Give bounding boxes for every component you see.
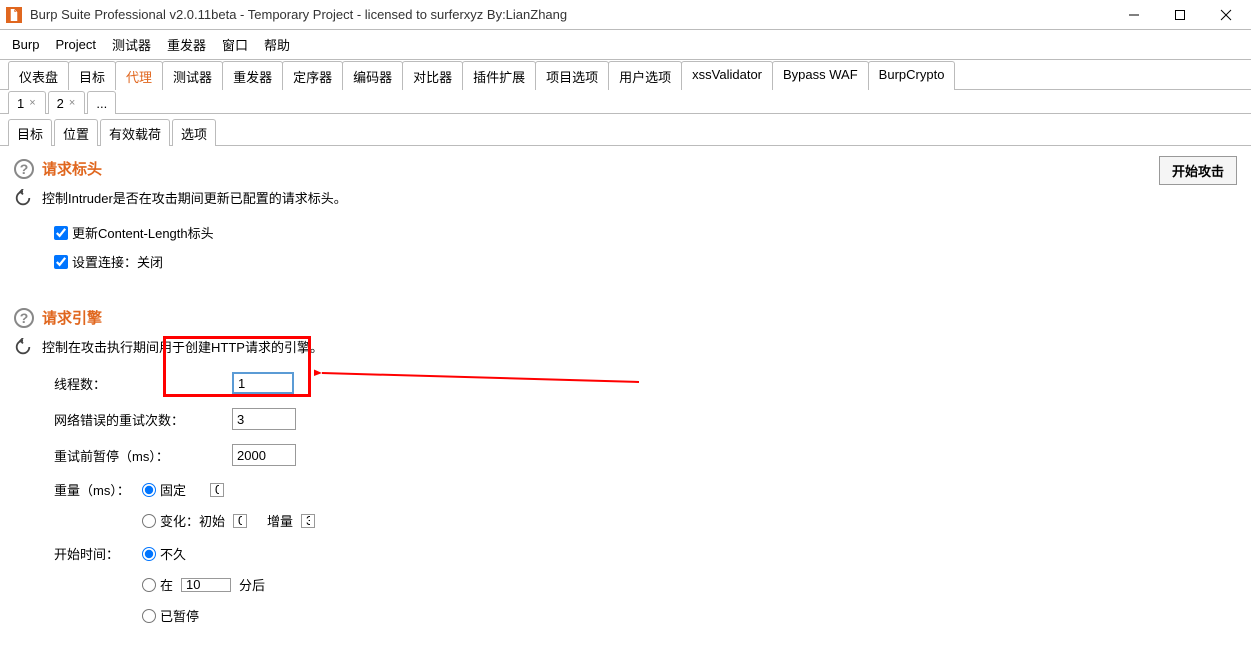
checkbox-update-cl-label: 更新Content-Length标头 xyxy=(72,223,214,242)
start-in-radio[interactable] xyxy=(142,578,156,592)
attack-tabs-row: 1 × 2 × ... xyxy=(0,90,1251,114)
section-title-engine: 请求引擎 xyxy=(42,307,102,328)
tab-proxy[interactable]: 代理 xyxy=(115,61,163,90)
checkbox-update-content-length[interactable]: 更新Content-Length标头 xyxy=(54,223,1237,242)
section-desc-headers: 控制Intruder是否在攻击期间更新已配置的请求标头。 xyxy=(42,188,347,207)
menu-help[interactable]: 帮助 xyxy=(258,33,296,56)
threads-input[interactable] xyxy=(232,372,294,394)
checkbox-update-cl-input[interactable] xyxy=(54,226,68,240)
add-attack-tab[interactable]: ... xyxy=(87,91,116,114)
minimize-button[interactable] xyxy=(1111,0,1157,30)
maximize-button[interactable] xyxy=(1157,0,1203,30)
add-tab-label: ... xyxy=(96,96,107,111)
close-tab-icon[interactable]: × xyxy=(68,98,76,109)
close-tab-icon[interactable]: × xyxy=(28,98,36,109)
subtab-options[interactable]: 选项 xyxy=(172,119,216,146)
throttle-increment-label: 增量 xyxy=(267,511,293,530)
checkbox-set-conn-close-input[interactable] xyxy=(54,255,68,269)
start-in-input[interactable] xyxy=(181,578,231,592)
throttle-fixed-label: 固定 xyxy=(160,480,186,499)
checkbox-set-conn-close[interactable]: 设置连接：关闭 xyxy=(54,252,1237,271)
start-now-radio[interactable] xyxy=(142,547,156,561)
throttle-fixed-radio[interactable] xyxy=(142,483,156,497)
pause-label: 重试前暂停（ms）： xyxy=(54,446,224,465)
throttle-label: 重量（ms）： xyxy=(54,480,134,499)
tab-target[interactable]: 目标 xyxy=(68,61,116,90)
tab-sequencer[interactable]: 定序器 xyxy=(282,61,343,90)
app-icon xyxy=(6,7,22,23)
tab-comparer[interactable]: 对比器 xyxy=(402,61,463,90)
refresh-icon[interactable] xyxy=(14,338,34,358)
tab-dashboard[interactable]: 仪表盘 xyxy=(8,61,69,90)
subtab-target[interactable]: 目标 xyxy=(8,119,52,146)
start-paused-radio[interactable] xyxy=(142,609,156,623)
subtab-positions[interactable]: 位置 xyxy=(54,119,98,146)
attack-tab-2[interactable]: 2 × xyxy=(48,91,86,114)
close-button[interactable] xyxy=(1203,0,1249,30)
attack-tab-1[interactable]: 1 × xyxy=(8,91,46,114)
tab-intruder[interactable]: 测试器 xyxy=(162,61,223,90)
tab-bypasswaf[interactable]: Bypass WAF xyxy=(772,61,869,90)
help-icon[interactable]: ? xyxy=(14,308,34,328)
help-icon[interactable]: ? xyxy=(14,159,34,179)
window-titlebar: Burp Suite Professional v2.0.11beta - Te… xyxy=(0,0,1251,30)
start-time-label: 开始时间： xyxy=(54,544,134,563)
tab-repeater[interactable]: 重发器 xyxy=(222,61,283,90)
section-title-headers: 请求标头 xyxy=(42,158,102,179)
retries-input[interactable] xyxy=(232,408,296,430)
attack-tab-2-label: 2 xyxy=(57,96,64,111)
start-now-label: 不久 xyxy=(160,544,186,563)
section-request-headers: ? 请求标头 控制Intruder是否在攻击期间更新已配置的请求标头。 更新Co… xyxy=(0,146,1251,271)
menubar: Burp Project 测试器 重发器 窗口 帮助 xyxy=(0,30,1251,60)
menu-repeater[interactable]: 重发器 xyxy=(161,33,212,56)
window-title: Burp Suite Professional v2.0.11beta - Te… xyxy=(30,7,1111,22)
menu-tester[interactable]: 测试器 xyxy=(106,33,157,56)
tab-extender[interactable]: 插件扩展 xyxy=(462,61,536,90)
checkbox-set-conn-close-label: 设置连接：关闭 xyxy=(72,252,163,271)
menu-window[interactable]: 窗口 xyxy=(216,33,254,56)
throttle-variable-label: 变化：初始 xyxy=(160,511,225,530)
throttle-variable-radio[interactable] xyxy=(142,514,156,528)
threads-label: 线程数： xyxy=(54,374,224,393)
menu-project[interactable]: Project xyxy=(49,35,101,54)
tab-projectopts[interactable]: 项目选项 xyxy=(535,61,609,90)
menu-burp[interactable]: Burp xyxy=(6,35,45,54)
start-in-suffix: 分后 xyxy=(239,575,265,594)
tab-useropts[interactable]: 用户选项 xyxy=(608,61,682,90)
start-in-label: 在 xyxy=(160,575,173,594)
attack-tab-1-label: 1 xyxy=(17,96,24,111)
throttle-var-init-input[interactable] xyxy=(233,514,247,528)
detail-tabs-row: 目标 位置 有效载荷 选项 xyxy=(0,118,1251,146)
options-panel: 开始攻击 ? 请求标头 控制Intruder是否在攻击期间更新已配置的请求标头。… xyxy=(0,146,1251,666)
throttle-var-inc-input[interactable] xyxy=(301,514,315,528)
retries-label: 网络错误的重试次数： xyxy=(54,410,224,429)
pause-input[interactable] xyxy=(232,444,296,466)
section-request-engine: ? 请求引擎 控制在攻击执行期间用于创建HTTP请求的引擎。 线程数： 网络错误… xyxy=(0,295,1251,625)
main-tab-row: 仪表盘 目标 代理 测试器 重发器 定序器 编码器 对比器 插件扩展 项目选项 … xyxy=(0,60,1251,90)
throttle-fixed-input[interactable] xyxy=(210,483,224,497)
subtab-payloads[interactable]: 有效载荷 xyxy=(100,119,170,146)
start-paused-label: 已暂停 xyxy=(160,606,199,625)
tab-decoder[interactable]: 编码器 xyxy=(342,61,403,90)
section-desc-engine: 控制在攻击执行期间用于创建HTTP请求的引擎。 xyxy=(42,337,323,356)
tab-burpcrypto[interactable]: BurpCrypto xyxy=(868,61,956,90)
tab-xssvalidator[interactable]: xssValidator xyxy=(681,61,773,90)
refresh-icon[interactable] xyxy=(14,189,34,209)
